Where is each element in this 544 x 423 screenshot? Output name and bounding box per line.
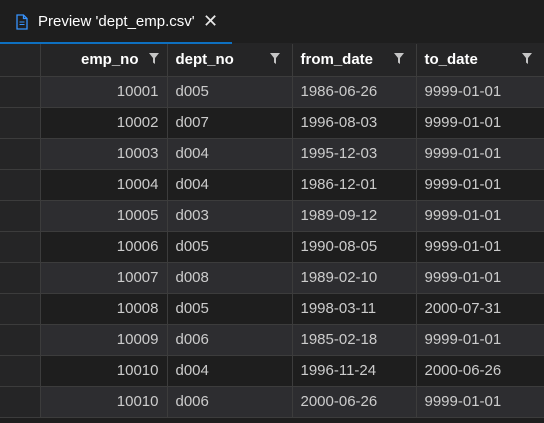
- cell-emp-no[interactable]: 10002: [40, 107, 168, 139]
- row-header[interactable]: [0, 107, 41, 139]
- cell-dept-no[interactable]: d004: [167, 138, 293, 170]
- cell-dept-no[interactable]: d005: [167, 231, 293, 263]
- cell-dept-no[interactable]: d004: [167, 355, 293, 387]
- cell-to-date[interactable]: 9999-01-01: [416, 262, 544, 294]
- row-header[interactable]: [0, 262, 41, 294]
- cell-emp-no[interactable]: 10004: [40, 169, 168, 201]
- cell-from-date[interactable]: 1995-12-03: [292, 138, 417, 170]
- cell-to-date[interactable]: 9999-01-01: [416, 200, 544, 232]
- cell-to-date[interactable]: 9999-01-01: [416, 138, 544, 170]
- column-header-from-date[interactable]: from_date: [292, 44, 417, 77]
- column-header-emp-no[interactable]: emp_no: [40, 44, 168, 77]
- cell-dept-no[interactable]: d005: [167, 76, 293, 108]
- row-header[interactable]: [0, 324, 41, 356]
- cell-from-date[interactable]: 1996-11-24: [292, 355, 417, 387]
- cell-to-date[interactable]: 2000-07-31: [416, 293, 544, 325]
- table-row[interactable]: 10006 d005 1990-08-05 9999-01-01: [0, 231, 544, 263]
- header-row: emp_no dept_no from_date to_date: [0, 44, 544, 77]
- cell-dept-no[interactable]: d005: [167, 293, 293, 325]
- table-row[interactable]: 10010 d004 1996-11-24 2000-06-26: [0, 355, 544, 387]
- cell-dept-no[interactable]: d008: [167, 262, 293, 294]
- cell-to-date[interactable]: 2000-06-26: [416, 355, 544, 387]
- column-header-dept-no[interactable]: dept_no: [167, 44, 293, 77]
- cell-from-date[interactable]: 1986-06-26: [292, 76, 417, 108]
- row-header[interactable]: [0, 386, 41, 418]
- cell-to-date[interactable]: 9999-01-01: [416, 107, 544, 139]
- cell-to-date[interactable]: 9999-01-01: [416, 231, 544, 263]
- cell-emp-no[interactable]: 10003: [40, 138, 168, 170]
- cell-to-date[interactable]: 9999-01-01: [416, 324, 544, 356]
- column-header-label: to_date: [424, 51, 478, 69]
- cell-emp-no[interactable]: 10008: [40, 293, 168, 325]
- cell-dept-no[interactable]: d006: [167, 386, 293, 418]
- table-row[interactable]: 10003 d004 1995-12-03 9999-01-01: [0, 138, 544, 170]
- tab-title: Preview 'dept_emp.csv': [38, 13, 195, 30]
- row-header[interactable]: [0, 355, 41, 387]
- table-row[interactable]: 10010 d006 2000-06-26 9999-01-01: [0, 386, 544, 418]
- cell-emp-no[interactable]: 10010: [40, 386, 168, 418]
- cell-from-date[interactable]: 1989-09-12: [292, 200, 417, 232]
- table-row[interactable]: 10002 d007 1996-08-03 9999-01-01: [0, 107, 544, 139]
- cell-to-date[interactable]: 9999-01-01: [416, 169, 544, 201]
- cell-from-date[interactable]: 1986-12-01: [292, 169, 417, 201]
- csv-preview-grid[interactable]: emp_no dept_no from_date to_date 10001 d…: [0, 44, 544, 423]
- cell-emp-no[interactable]: 10007: [40, 262, 168, 294]
- cell-from-date[interactable]: 1989-02-10: [292, 262, 417, 294]
- cell-emp-no[interactable]: 10010: [40, 355, 168, 387]
- filter-icon[interactable]: [269, 53, 280, 64]
- column-header-label: dept_no: [175, 51, 234, 69]
- file-icon: [15, 14, 29, 30]
- table-row[interactable]: 10007 d008 1989-02-10 9999-01-01: [0, 262, 544, 294]
- cell-from-date[interactable]: 1998-03-11: [292, 293, 417, 325]
- editor-tab-bar: Preview 'dept_emp.csv' ✕: [0, 0, 544, 44]
- row-header[interactable]: [0, 76, 41, 108]
- row-header[interactable]: [0, 231, 41, 263]
- row-header[interactable]: [0, 200, 41, 232]
- column-header-label: emp_no: [80, 51, 139, 69]
- cell-to-date[interactable]: 9999-01-01: [416, 76, 544, 108]
- cell-from-date[interactable]: 1990-08-05: [292, 231, 417, 263]
- cell-from-date[interactable]: 1985-02-18: [292, 324, 417, 356]
- filter-icon[interactable]: [521, 53, 532, 64]
- cell-dept-no[interactable]: d007: [167, 107, 293, 139]
- cell-emp-no[interactable]: 10005: [40, 200, 168, 232]
- column-header-label: from_date: [300, 51, 374, 69]
- filter-icon[interactable]: [148, 53, 159, 64]
- table-row[interactable]: 10001 d005 1986-06-26 9999-01-01: [0, 76, 544, 108]
- cell-emp-no[interactable]: 10006: [40, 231, 168, 263]
- table-row[interactable]: 10004 d004 1986-12-01 9999-01-01: [0, 169, 544, 201]
- cell-from-date[interactable]: 2000-06-26: [292, 386, 417, 418]
- cell-dept-no[interactable]: d003: [167, 200, 293, 232]
- data-table: emp_no dept_no from_date to_date 10001 d…: [0, 44, 544, 418]
- row-header-corner[interactable]: [0, 44, 41, 77]
- cell-emp-no[interactable]: 10009: [40, 324, 168, 356]
- cell-from-date[interactable]: 1996-08-03: [292, 107, 417, 139]
- column-header-to-date[interactable]: to_date: [416, 44, 544, 77]
- row-header[interactable]: [0, 138, 41, 170]
- table-row[interactable]: 10005 d003 1989-09-12 9999-01-01: [0, 200, 544, 232]
- cell-dept-no[interactable]: d004: [167, 169, 293, 201]
- filter-icon[interactable]: [393, 53, 404, 64]
- row-header[interactable]: [0, 169, 41, 201]
- table-row[interactable]: 10008 d005 1998-03-11 2000-07-31: [0, 293, 544, 325]
- cell-dept-no[interactable]: d006: [167, 324, 293, 356]
- preview-tab[interactable]: Preview 'dept_emp.csv' ✕: [0, 0, 232, 44]
- cell-emp-no[interactable]: 10001: [40, 76, 168, 108]
- table-row[interactable]: 10009 d006 1985-02-18 9999-01-01: [0, 324, 544, 356]
- close-icon[interactable]: ✕: [203, 12, 218, 30]
- cell-to-date[interactable]: 9999-01-01: [416, 386, 544, 418]
- row-header[interactable]: [0, 293, 41, 325]
